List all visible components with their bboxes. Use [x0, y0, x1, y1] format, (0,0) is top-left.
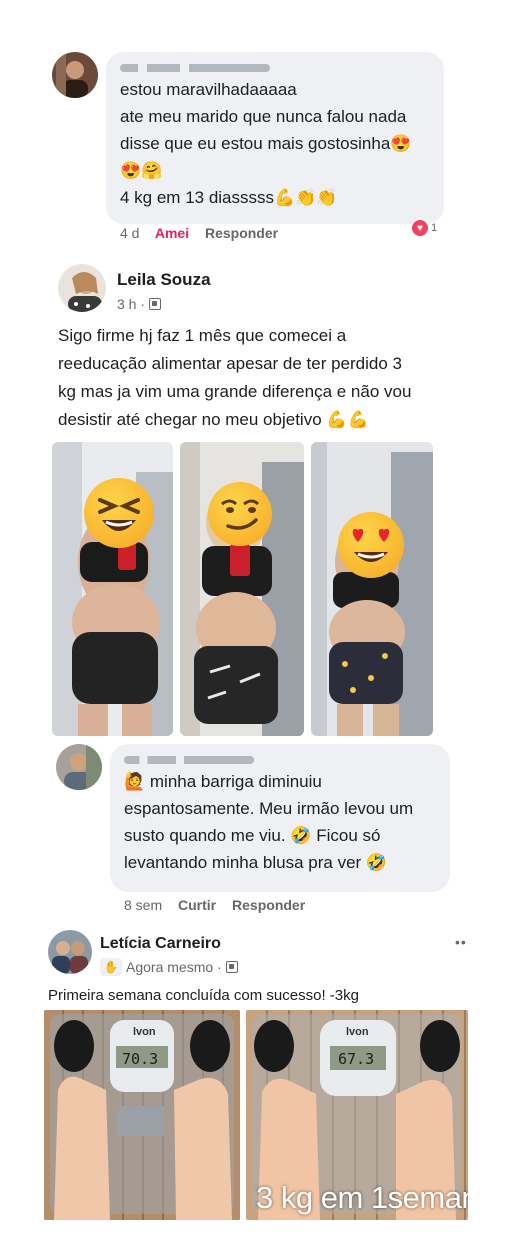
- scale-1-reading: 70.3: [122, 1050, 159, 1068]
- heart-icon: ♥: [412, 220, 428, 236]
- scale-1-brand: lvon: [133, 1026, 156, 1038]
- photo-caption: 3 kg em 1semana: [256, 1180, 468, 1215]
- comment-1-text: estou maravilhadaaaaa ate meu marido que…: [120, 80, 412, 207]
- comment-1-reaction-count: 1: [431, 222, 438, 234]
- comment-1-reaction-button[interactable]: Amei: [155, 225, 189, 241]
- comment-2-author-blurred[interactable]: [124, 756, 254, 764]
- heart-eyes-emoji-icon: [338, 512, 404, 578]
- smirking-face-emoji-icon: [208, 482, 272, 546]
- comment-1-actions: 4 d Amei Responder: [120, 225, 290, 241]
- comment-2-text: 🙋 minha barriga diminuiu espantosamente.…: [124, 772, 414, 872]
- post-2-time[interactable]: Agora mesmo ·: [126, 959, 222, 975]
- post-1-time[interactable]: 3 h ·: [117, 296, 145, 312]
- comment-2-like-button[interactable]: Curtir: [178, 897, 216, 913]
- post-2-text: Primeira semana concluída com sucesso! -…: [48, 987, 359, 1004]
- post-1-author-avatar[interactable]: [58, 264, 106, 312]
- comment-2-time[interactable]: 8 sem: [124, 897, 162, 913]
- scale-2-brand: lvon: [346, 1026, 369, 1038]
- post-1-meta: 3 h ·: [117, 296, 162, 312]
- post-2-meta: ✋ Agora mesmo ·: [100, 958, 238, 976]
- post-2-photo-1[interactable]: lvon 70.3: [44, 1010, 240, 1220]
- post-2-photo-2[interactable]: lvon 67.3 3 kg em 1semana: [246, 1010, 468, 1220]
- comment-1-time[interactable]: 4 d: [120, 225, 139, 241]
- post-2-author-name[interactable]: Letícia Carneiro: [100, 935, 221, 953]
- post-1-author-name[interactable]: Leila Souza: [117, 270, 211, 290]
- post-2-author-avatar[interactable]: [48, 930, 92, 974]
- comment-2-actions: 8 sem Curtir Responder: [124, 897, 317, 913]
- comment-1-reaction-badge[interactable]: ♥ 1: [412, 220, 437, 236]
- comment-1-author-blurred[interactable]: [120, 64, 270, 72]
- audience-icon: [149, 298, 162, 310]
- comment-2-reply-button[interactable]: Responder: [232, 897, 305, 913]
- more-options-icon[interactable]: ••: [455, 934, 467, 950]
- post-1-text: Sigo firme hj faz 1 mês que comecei a re…: [58, 326, 412, 429]
- commenter-1-avatar[interactable]: [52, 52, 98, 98]
- waving-hand-badge-icon: ✋: [100, 958, 122, 976]
- scale-2-reading: 67.3: [338, 1050, 375, 1068]
- audience-icon: [225, 961, 238, 973]
- laughing-face-emoji-icon: [84, 478, 154, 548]
- commenter-2-avatar[interactable]: [56, 744, 102, 790]
- comment-1-reply-button[interactable]: Responder: [205, 225, 278, 241]
- post-1-photo-3[interactable]: [311, 442, 433, 736]
